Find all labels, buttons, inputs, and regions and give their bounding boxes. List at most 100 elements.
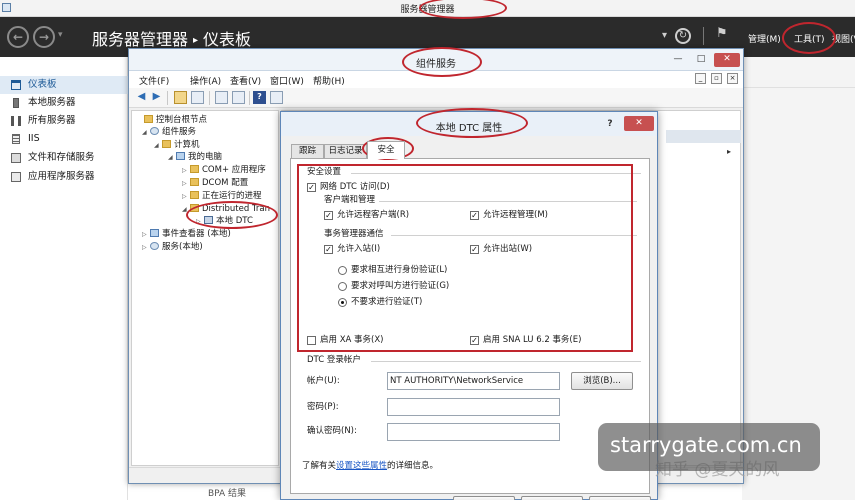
- sidebar-item-iis[interactable]: IIS: [0, 130, 128, 148]
- console-tree-pane: 控制台根节点 ◢ 组件服务 ◢ 计算机 ◢ 我的电脑 ▷ COM+ 应用程序 ▷ DCOM…: [131, 110, 279, 466]
- annotation-ellipse-local-dtc: [186, 201, 278, 229]
- folder-icon: [144, 115, 153, 123]
- sidebar-item-label: 应用程序服务器: [28, 171, 95, 182]
- nav-history-dropdown-icon[interactable]: ▾: [58, 30, 63, 40]
- notifications-flag-icon[interactable]: ⚑: [716, 26, 728, 41]
- tree-node-console-root[interactable]: 控制台根节点: [136, 115, 207, 126]
- mdi-close-button[interactable]: ×: [727, 73, 738, 84]
- tree-toggle-icon[interactable]: ▷: [142, 242, 150, 253]
- apply-button[interactable]: [589, 496, 651, 500]
- mdi-minimize-button[interactable]: _: [695, 73, 706, 84]
- maximize-button[interactable]: □: [692, 53, 710, 67]
- export-list-icon[interactable]: [215, 91, 228, 104]
- tree-node-dcom-config[interactable]: ▷ DCOM 配置: [182, 178, 248, 189]
- header-divider: [703, 27, 704, 45]
- help-icon[interactable]: ?: [253, 91, 266, 104]
- refresh-dropdown-icon[interactable]: ▾: [662, 30, 667, 41]
- refresh-icon[interactable]: ↻: [675, 28, 691, 44]
- actions-expand-icon[interactable]: ▸: [727, 147, 731, 156]
- tab-tracing[interactable]: 跟踪: [291, 144, 324, 158]
- servers-icon: [11, 116, 21, 126]
- help-button[interactable]: ?: [601, 117, 619, 131]
- sidebar: 仪表板 本地服务器 所有服务器 IIS 文件和存储服务 应用程序服务器: [0, 57, 128, 500]
- menu-manage[interactable]: 管理(M): [748, 32, 781, 45]
- tree-node-com-apps[interactable]: ▷ COM+ 应用程序: [182, 165, 266, 176]
- tree-toggle-icon[interactable]: ◢: [154, 140, 162, 151]
- site-watermark-text: starrygate.com.cn: [610, 433, 802, 457]
- tab-logging[interactable]: 日志记录: [324, 144, 367, 158]
- tree-toggle-icon[interactable]: ◢: [142, 127, 150, 138]
- tree-toggle-icon[interactable]: ▷: [182, 191, 190, 202]
- menu-file[interactable]: 文件(F): [139, 74, 169, 87]
- ok-button[interactable]: [453, 496, 515, 500]
- confirm-password-input[interactable]: [387, 423, 560, 441]
- password-label: 密码(P):: [307, 402, 339, 412]
- services-icon: [150, 242, 159, 250]
- info-text: 了解有关设置这些属性的详细信息。: [302, 461, 438, 472]
- account-label: 帐户(U):: [307, 376, 340, 386]
- tree-node-label: 组件服务: [162, 127, 197, 137]
- tree-toggle-icon[interactable]: ▷: [182, 165, 190, 176]
- tree-toggle-icon[interactable]: ◢: [168, 152, 176, 163]
- info-suffix: 的详细信息。: [387, 461, 439, 471]
- folder-icon: [162, 140, 171, 148]
- back-arrow-icon[interactable]: ←: [7, 26, 29, 48]
- menu-action[interactable]: 操作(A): [190, 74, 221, 87]
- tab-security[interactable]: 安全: [367, 141, 405, 159]
- sidebar-item-label: 仪表板: [28, 79, 57, 90]
- tree-node-my-computer[interactable]: ◢ 我的电脑: [168, 152, 222, 163]
- account-input[interactable]: NT AUTHORITY\NetworkService: [387, 372, 560, 390]
- sidebar-item-label: IIS: [28, 133, 40, 144]
- up-folder-icon[interactable]: [174, 91, 187, 104]
- folder-icon: [190, 191, 199, 199]
- component-services-icon: [150, 127, 159, 135]
- menu-window[interactable]: 窗口(W): [270, 74, 304, 87]
- back-icon[interactable]: ◀: [135, 91, 148, 104]
- learn-more-link[interactable]: 设置这些属性: [336, 461, 387, 471]
- tree-node-label: 正在运行的进程: [202, 191, 262, 201]
- sidebar-item-label: 文件和存储服务: [28, 152, 95, 163]
- toolbar-separator: [249, 91, 250, 105]
- annotation-ellipse-component-services: [402, 47, 482, 77]
- dashboard-icon: [11, 80, 21, 90]
- sidebar-item-label: 所有服务器: [28, 115, 76, 126]
- component-services-toolbar: ◀ ▶ ?: [129, 88, 743, 108]
- tree-node-services-local[interactable]: ▷ 服务(本地): [142, 242, 203, 253]
- tree-node-label: DCOM 配置: [202, 178, 249, 188]
- close-button[interactable]: ✕: [624, 116, 654, 131]
- event-viewer-icon: [150, 229, 159, 237]
- sidebar-item-dashboard[interactable]: 仪表板: [0, 76, 128, 94]
- cancel-button[interactable]: [521, 496, 583, 500]
- sidebar-item-file-storage[interactable]: 文件和存储服务: [0, 149, 128, 167]
- mdi-restore-button[interactable]: ▫: [711, 73, 722, 84]
- file-storage-icon: [11, 153, 21, 163]
- forward-icon[interactable]: ▶: [150, 91, 163, 104]
- show-tree-icon[interactable]: [191, 91, 204, 104]
- forward-arrow-icon[interactable]: →: [33, 26, 55, 48]
- minimize-button[interactable]: —: [669, 53, 687, 67]
- menu-help[interactable]: 帮助(H): [313, 74, 345, 87]
- tree-node-component-services[interactable]: ◢ 组件服务: [142, 127, 196, 138]
- annotation-ellipse-dialog-title: [416, 108, 528, 138]
- folder-icon: [190, 165, 199, 173]
- password-input[interactable]: [387, 398, 560, 416]
- tree-node-event-viewer[interactable]: ▷ 事件查看器 (本地): [142, 229, 231, 240]
- tree-node-label: 服务(本地): [162, 242, 203, 252]
- computer-icon: [176, 152, 185, 160]
- menu-view[interactable]: 查看(V): [230, 74, 261, 87]
- info-prefix: 了解有关: [302, 461, 337, 471]
- annotation-ellipse-tools-menu: [782, 22, 836, 54]
- tree-node-label: COM+ 应用程序: [202, 165, 266, 175]
- tree-node-computers[interactable]: ◢ 计算机: [154, 140, 200, 151]
- sidebar-item-all-servers[interactable]: 所有服务器: [0, 112, 128, 130]
- tree-toggle-icon[interactable]: ▷: [182, 178, 190, 189]
- show-action-pane-icon[interactable]: [270, 91, 283, 104]
- actions-pane-header: [666, 130, 741, 143]
- bpa-results-label: BPA 结果: [208, 489, 247, 499]
- sidebar-item-local-server[interactable]: 本地服务器: [0, 94, 128, 112]
- sidebar-item-app-server[interactable]: 应用程序服务器: [0, 168, 128, 186]
- browse-button[interactable]: 浏览(B)...: [571, 372, 633, 390]
- properties-icon[interactable]: [232, 91, 245, 104]
- close-button[interactable]: ✕: [714, 53, 740, 67]
- tree-toggle-icon[interactable]: ▷: [142, 229, 150, 240]
